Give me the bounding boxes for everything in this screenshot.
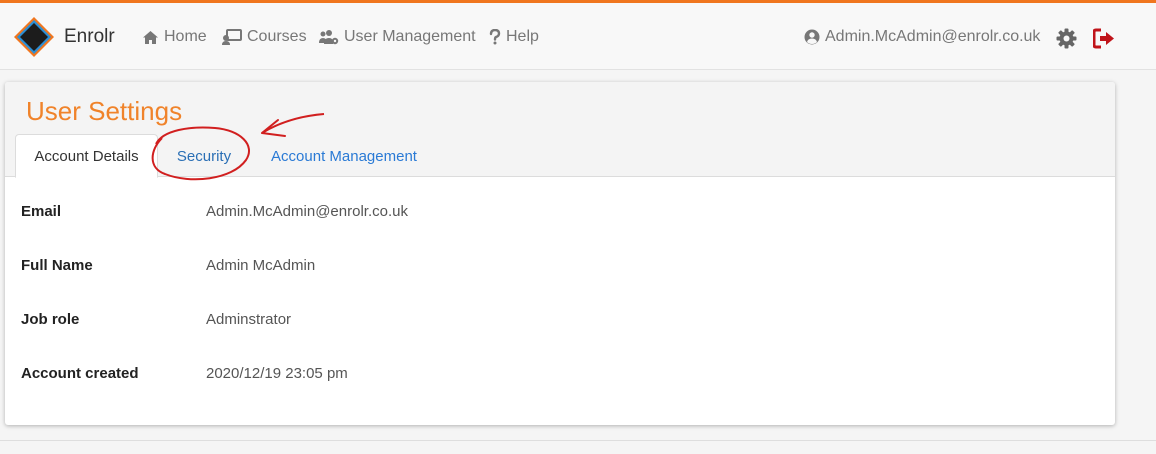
- nav-help-label: Help: [506, 28, 539, 45]
- job-role-label: Job role: [21, 311, 80, 328]
- nav-help-link[interactable]: Help: [489, 25, 539, 49]
- nav-courses-label: Courses: [247, 28, 307, 45]
- tab-account-management[interactable]: Account Management: [256, 134, 432, 178]
- nav-home-link[interactable]: Home: [142, 25, 207, 49]
- email-label: Email: [21, 203, 62, 220]
- users-cog-icon: [319, 30, 339, 45]
- full-name-value: Admin McAdmin: [206, 257, 316, 274]
- nav-home-label: Home: [164, 28, 207, 45]
- chalkboard-teacher-icon: [222, 29, 242, 45]
- brand[interactable]: Enrolr: [12, 15, 115, 59]
- user-settings-panel: User Settings Account Details Security A…: [5, 82, 1115, 425]
- gear-icon[interactable]: [1056, 28, 1077, 49]
- user-circle-icon: [804, 29, 820, 45]
- tab-security[interactable]: Security: [163, 134, 245, 178]
- tab-account-details[interactable]: Account Details: [15, 134, 158, 178]
- home-icon: [143, 30, 158, 44]
- enrolr-logo-icon: [14, 17, 54, 57]
- nav-courses-link[interactable]: Courses: [222, 25, 307, 49]
- page-title: User Settings: [26, 96, 183, 126]
- nav-user-management-link[interactable]: User Management: [318, 25, 476, 49]
- top-navbar: Enrolr Home Courses User Management Help…: [0, 0, 1156, 70]
- nav-user-management-label: User Management: [344, 28, 476, 45]
- nav-user-account-link[interactable]: Admin.McAdmin@enrolr.co.uk: [804, 25, 1040, 49]
- panel-header: User Settings Account Details Security A…: [5, 82, 1115, 178]
- footer-divider: [0, 440, 1156, 441]
- account-created-value: 2020/12/19 23:05 pm: [206, 365, 348, 382]
- account-created-label: Account created: [21, 365, 139, 382]
- job-role-value: Adminstrator: [206, 311, 292, 328]
- question-icon: [489, 29, 501, 45]
- brand-name: Enrolr: [64, 26, 115, 47]
- nav-user-email: Admin.McAdmin@enrolr.co.uk: [825, 28, 1041, 45]
- sign-out-icon[interactable]: [1093, 28, 1115, 49]
- email-value: Admin.McAdmin@enrolr.co.uk: [206, 203, 408, 220]
- full-name-label: Full Name: [21, 257, 93, 274]
